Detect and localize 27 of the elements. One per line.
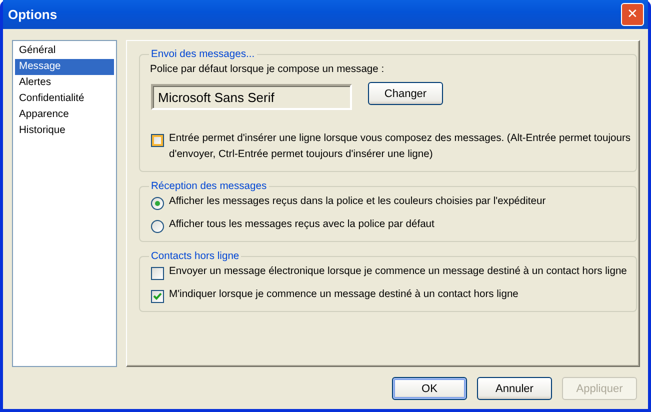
group-title: Envoi des messages... bbox=[150, 49, 256, 60]
checkbox-label: Envoyer un message électronique lorsque je commence un message destiné à un contact hors ligne bbox=[169, 265, 627, 279]
sidebar-item[interactable]: Message bbox=[15, 59, 114, 75]
group-title: Réception des messages bbox=[150, 181, 268, 192]
checkbox-label: M'indiquer lorsque je commence un message destiné à un contact hors ligne bbox=[169, 288, 518, 302]
sidebar-item[interactable]: Général bbox=[15, 43, 114, 59]
dialog-button[interactable]: OK bbox=[392, 377, 467, 400]
radio-button[interactable] bbox=[151, 197, 164, 210]
sidebar-item[interactable]: Historique bbox=[15, 123, 114, 139]
radio-label: Afficher les messages reçus dans la police et les couleurs choisies par l'expéditeur bbox=[169, 195, 546, 209]
field-label: Police par défaut lorsque je compose un message : bbox=[150, 64, 386, 75]
checkbox[interactable] bbox=[151, 267, 164, 280]
change-button[interactable]: Changer bbox=[368, 82, 443, 105]
font-field[interactable]: Microsoft Sans Serif bbox=[151, 84, 352, 110]
window-title: Options bbox=[8, 7, 58, 22]
checkbox-label: Entrée permet d'insérer une ligne lorsque vous composez des messages. (Alt-Entrée permet toujours d'envoyer, Ctrl-Entrée permet toujours d'insérer une ligne) bbox=[169, 132, 632, 162]
radio-button[interactable] bbox=[151, 220, 164, 233]
sidebar-item[interactable]: Alertes bbox=[15, 75, 114, 91]
checkbox[interactable] bbox=[151, 290, 164, 303]
sidebar-item[interactable]: Apparence bbox=[15, 107, 114, 123]
radio-dot-icon bbox=[153, 199, 162, 208]
dialog-button[interactable]: Annuler bbox=[477, 377, 552, 400]
check-icon bbox=[153, 292, 162, 301]
sidebar-item[interactable]: Confidentialité bbox=[15, 91, 114, 107]
group-title: Contacts hors ligne bbox=[150, 251, 240, 262]
radio-label: Afficher tous les messages reçus avec la police par défaut bbox=[169, 218, 434, 232]
close-button[interactable]: ✕ bbox=[621, 3, 644, 26]
